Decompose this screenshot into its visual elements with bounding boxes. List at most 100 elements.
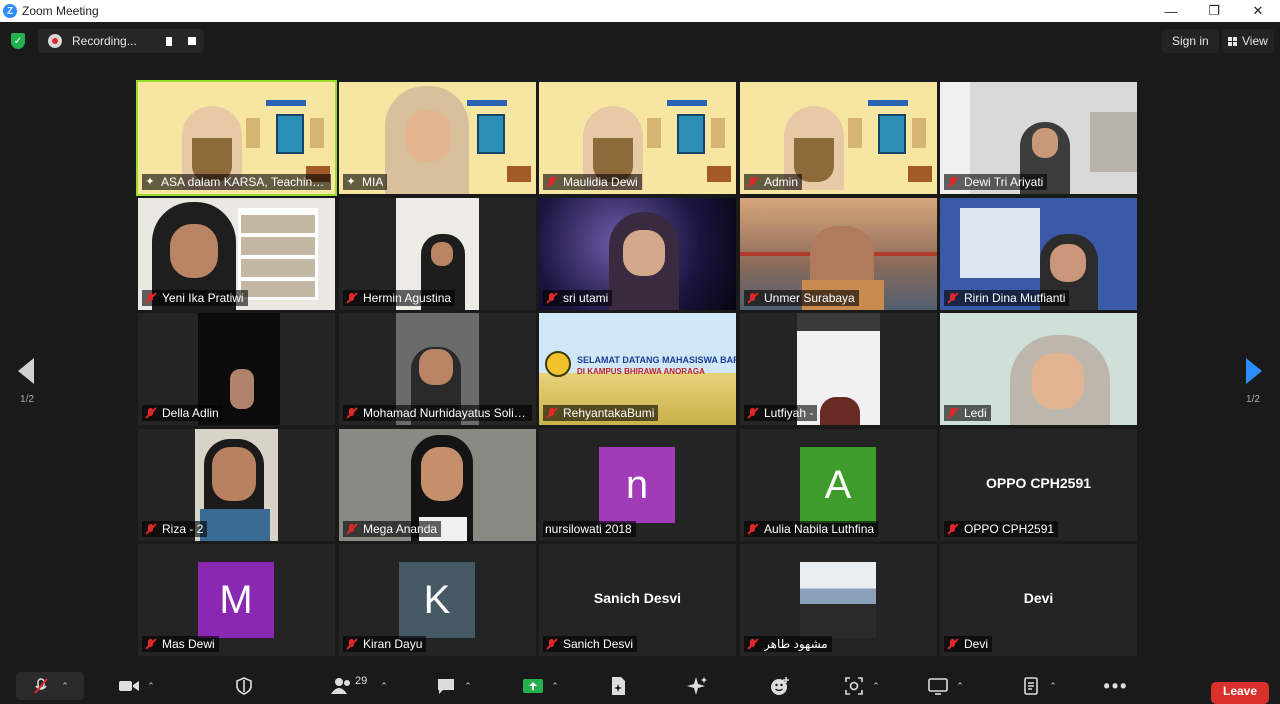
participant-tile[interactable]: K Kiran Dayu: [339, 544, 536, 656]
participant-tile[interactable]: Hermin Agustina: [339, 198, 536, 310]
participant-name: Dewi Tri Ariyati: [964, 175, 1044, 189]
notes-options-caret-icon[interactable]: ⌃: [1048, 681, 1058, 691]
participant-name: Mohamad Nurhidayatus Solik...: [363, 406, 528, 420]
sign-in-button[interactable]: Sign in: [1162, 29, 1219, 53]
participant-tile[interactable]: OPPO CPH2591 OPPO CPH2591: [940, 429, 1137, 541]
participant-tile[interactable]: Sanich Desvi Sanich Desvi: [539, 544, 736, 656]
participant-name-tag: Dewi Tri Ariyati: [944, 174, 1048, 190]
participant-name-tag: Mega Ananda: [343, 521, 442, 537]
participant-tile[interactable]: مشهود طاهر: [740, 544, 937, 656]
participant-tile[interactable]: Mega Ananda: [339, 429, 536, 541]
participant-tile[interactable]: Ledi: [940, 313, 1137, 425]
participant-tile[interactable]: n nursilowati 2018: [539, 429, 736, 541]
participant-name: Devi: [964, 637, 989, 651]
video-options-caret-icon[interactable]: ⌃: [146, 681, 156, 691]
muted-mic-icon: [746, 176, 760, 188]
pin-icon: ✦: [145, 176, 155, 188]
participant-name-tag: Mas Dewi: [142, 636, 219, 652]
participants-button[interactable]: 29 ⌃: [331, 674, 389, 698]
participant-name: Lutfiyah -: [764, 406, 814, 420]
participant-tile[interactable]: Yeni Ika Pratiwi: [138, 198, 335, 310]
participant-tile[interactable]: ✦ MIA: [339, 82, 536, 194]
security-shield-icon[interactable]: ✓: [11, 33, 25, 49]
participant-tile[interactable]: Ririn Dina Mutfianti: [940, 198, 1137, 310]
video-button[interactable]: ⌃: [118, 674, 156, 698]
close-button[interactable]: ✕: [1236, 0, 1280, 22]
next-page-button[interactable]: 1/2: [1242, 358, 1264, 412]
participant-name: Mas Dewi: [162, 637, 215, 651]
participant-name: مشهود طاهر: [764, 637, 828, 651]
previous-page-button[interactable]: 1/2: [16, 358, 38, 412]
security-icon: [233, 677, 255, 695]
participant-tile[interactable]: Riza - 2: [138, 429, 335, 541]
reactions-button[interactable]: [769, 674, 791, 698]
muted-mic-icon: [746, 292, 760, 304]
participant-tile[interactable]: Dewi Tri Ariyati: [940, 82, 1137, 194]
participant-name: Yeni Ika Pratiwi: [162, 291, 244, 305]
share-screen-button[interactable]: ⌃: [522, 674, 560, 698]
whiteboard-options-caret-icon[interactable]: ⌃: [955, 681, 965, 691]
muted-mic-icon: [345, 523, 359, 535]
participant-name-tag: Ririn Dina Mutfianti: [944, 290, 1070, 306]
whiteboard-button[interactable]: ⌃: [927, 674, 965, 698]
more-button[interactable]: •••: [1103, 674, 1129, 698]
summary-button[interactable]: [607, 674, 629, 698]
participant-name: Unmer Surabaya: [764, 291, 855, 305]
chat-options-caret-icon[interactable]: ⌃: [463, 681, 473, 691]
stop-recording-button[interactable]: [188, 37, 196, 45]
participant-name: Della Adlin: [162, 406, 219, 420]
participant-display-name: Sanich Desvi: [593, 590, 682, 606]
participant-tile[interactable]: Admin: [740, 82, 937, 194]
notes-button[interactable]: ⌃: [1020, 674, 1058, 698]
participant-tile[interactable]: A Aulia Nabila Luthfina: [740, 429, 937, 541]
participant-tile[interactable]: Devi Devi: [940, 544, 1137, 656]
meeting-topbar: ✓ Recording... Sign in View: [0, 22, 1280, 60]
participant-name: sri utami: [563, 291, 609, 305]
participant-name: Ledi: [964, 406, 987, 420]
participant-name-tag: Maulidia Dewi: [543, 174, 642, 190]
apps-icon: [843, 677, 865, 695]
audio-options-caret-icon[interactable]: ⌃: [60, 681, 70, 691]
restore-button[interactable]: ❐: [1192, 0, 1236, 22]
participant-tile[interactable]: sri utami: [539, 198, 736, 310]
ai-companion-button[interactable]: [686, 674, 708, 698]
chat-bubble-icon: [435, 677, 457, 695]
more-dots-icon: •••: [1103, 675, 1129, 696]
participant-tile[interactable]: M Mas Dewi: [138, 544, 335, 656]
leave-button[interactable]: Leave: [1211, 682, 1269, 704]
participant-tile[interactable]: SELAMAT DATANG MAHASISWA BARU DI KAMPUS B…: [539, 313, 736, 425]
security-button[interactable]: [233, 674, 255, 698]
participant-name-tag: Devi: [944, 636, 993, 652]
muted-mic-icon: [746, 638, 760, 650]
apps-button[interactable]: ⌃: [843, 674, 881, 698]
notes-icon: [1020, 677, 1042, 695]
participant-tile[interactable]: Della Adlin: [138, 313, 335, 425]
participant-tile[interactable]: Mohamad Nurhidayatus Solik...: [339, 313, 536, 425]
participant-name-tag: Yeni Ika Pratiwi: [142, 290, 248, 306]
participant-tile[interactable]: Maulidia Dewi: [539, 82, 736, 194]
pause-recording-button[interactable]: [164, 35, 176, 47]
muted-mic-icon: [946, 523, 960, 535]
participants-options-caret-icon[interactable]: ⌃: [379, 681, 389, 691]
muted-mic-icon: [746, 523, 760, 535]
chat-button[interactable]: ⌃: [435, 674, 473, 698]
participant-tile[interactable]: Lutfiyah -: [740, 313, 937, 425]
arrow-right-icon: [1246, 358, 1262, 384]
apps-options-caret-icon[interactable]: ⌃: [871, 681, 881, 691]
minimize-button[interactable]: —: [1149, 0, 1193, 22]
participant-name-tag: OPPO CPH2591: [944, 521, 1059, 537]
participant-name-tag: Della Adlin: [142, 405, 223, 421]
avatar: K: [399, 562, 475, 638]
participant-tile[interactable]: ✦ ASA dalam KARSA, Teaching I...: [136, 80, 337, 196]
view-button[interactable]: View: [1222, 29, 1274, 53]
muted-mic-icon: [946, 407, 960, 419]
participant-name: Mega Ananda: [363, 522, 438, 536]
mute-button[interactable]: ⌃: [16, 672, 84, 700]
muted-mic-icon: [345, 638, 359, 650]
share-options-caret-icon[interactable]: ⌃: [550, 681, 560, 691]
window-title: Zoom Meeting: [22, 4, 99, 18]
participant-name-tag: Kiran Dayu: [343, 636, 427, 652]
participant-tile[interactable]: Unmer Surabaya: [740, 198, 937, 310]
participant-name-tag: مشهود طاهر: [744, 636, 832, 652]
banner-subtitle: DI KAMPUS BHIRAWA ANORAGA: [577, 367, 705, 376]
